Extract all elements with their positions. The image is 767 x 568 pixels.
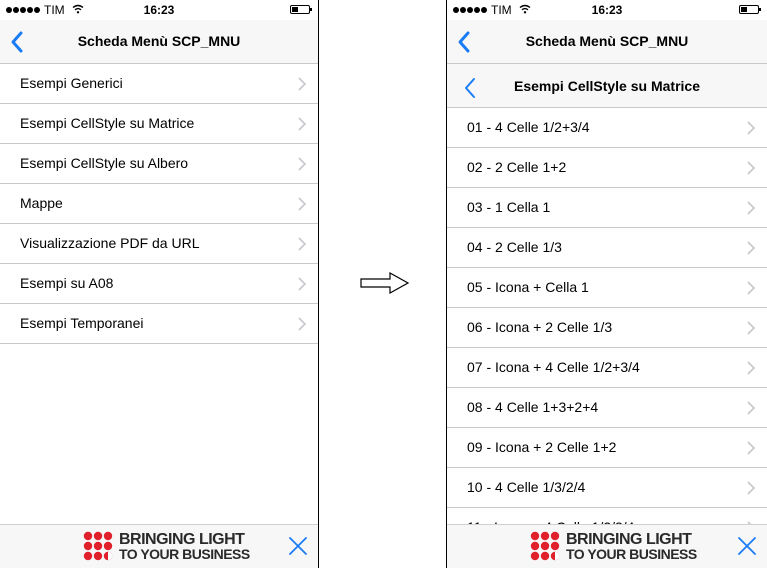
- chevron-right-icon: [747, 241, 755, 255]
- chevron-right-icon: [298, 317, 306, 331]
- battery-icon: [290, 5, 312, 14]
- ad-text: BRINGING LIGHT TO YOUR BUSINESS: [566, 532, 697, 562]
- nav-title: Scheda Menù SCP_MNU: [77, 33, 241, 49]
- chevron-right-icon: [747, 401, 755, 415]
- list-item-label: Esempi CellStyle su Matrice: [20, 115, 195, 131]
- list-item-label: 04 - 2 Celle 1/3: [467, 239, 562, 255]
- list-item[interactable]: 03 - 1 Cella 1: [447, 188, 767, 228]
- chevron-right-icon: [298, 277, 306, 291]
- chevron-right-icon: [747, 481, 755, 495]
- list-item-label: 06 - Icona + 2 Celle 1/3: [467, 319, 613, 335]
- list-item[interactable]: Visualizzazione PDF da URL: [0, 224, 318, 264]
- list-item[interactable]: 09 - Icona + 2 Celle 1+2: [447, 428, 767, 468]
- list-item-label: Visualizzazione PDF da URL: [20, 235, 200, 251]
- list-item-label: 02 - 2 Celle 1+2: [467, 159, 567, 175]
- ad-dots-logo: [530, 531, 560, 561]
- phone-screen-left: TIM 16:23 Scheda Menù SCP_MNU Esempi Gen…: [0, 0, 319, 568]
- list-item-label: 01 - 4 Celle 1/2+3/4: [467, 119, 590, 135]
- ad-line2: TO YOUR BUSINESS: [566, 546, 697, 562]
- list-item-label: Esempi CellStyle su Albero: [20, 155, 189, 171]
- list-item[interactable]: 04 - 2 Celle 1/3: [447, 228, 767, 268]
- nav-bar: Scheda Menù SCP_MNU: [447, 20, 767, 64]
- list-item[interactable]: 02 - 2 Celle 1+2: [447, 148, 767, 188]
- list-item-label: Esempi Generici: [20, 75, 123, 91]
- status-bar: TIM 16:23: [447, 0, 767, 20]
- close-icon[interactable]: [737, 536, 757, 556]
- ad-dots-logo: [83, 531, 113, 561]
- list-item-label: Esempi su A08: [20, 275, 114, 291]
- list-item-label: Esempi Temporanei: [20, 315, 144, 331]
- status-time: 16:23: [591, 3, 623, 17]
- chevron-right-icon: [747, 281, 755, 295]
- list-item[interactable]: Esempi CellStyle su Matrice: [0, 104, 318, 144]
- list-item-label: 10 - 4 Celle 1/3/2/4: [467, 479, 586, 495]
- list-item[interactable]: Esempi su A08: [0, 264, 318, 304]
- chevron-right-icon: [747, 321, 755, 335]
- list-item[interactable]: 08 - 4 Celle 1+3+2+4: [447, 388, 767, 428]
- submenu-list: 01 - 4 Celle 1/2+3/4 02 - 2 Celle 1+2 03 -…: [447, 108, 767, 548]
- list-item[interactable]: 05 - Icona + Cella 1: [447, 268, 767, 308]
- ad-line2: TO YOUR BUSINESS: [119, 546, 250, 562]
- ad-line1: BRINGING LIGHT: [119, 531, 245, 548]
- status-time: 16:23: [143, 3, 175, 17]
- list-item[interactable]: Esempi CellStyle su Albero: [0, 144, 318, 184]
- list-item[interactable]: Mappe: [0, 184, 318, 224]
- chevron-right-icon: [298, 157, 306, 171]
- chevron-right-icon: [298, 77, 306, 91]
- phone-screen-right: TIM 16:23 Scheda Menù SCP_MNU Esempi Cel…: [446, 0, 767, 568]
- sub-nav-bar: Esempi CellStyle su Matrice: [447, 64, 767, 108]
- status-bar: TIM 16:23: [0, 0, 318, 20]
- list-item[interactable]: 10 - 4 Celle 1/3/2/4: [447, 468, 767, 508]
- menu-list: Esempi Generici Esempi CellStyle su Matri…: [0, 64, 318, 344]
- list-item-label: 08 - 4 Celle 1+3+2+4: [467, 399, 599, 415]
- chevron-right-icon: [747, 361, 755, 375]
- ad-line1: BRINGING LIGHT: [566, 531, 692, 548]
- chevron-right-icon: [298, 237, 306, 251]
- ad-text: BRINGING LIGHT TO YOUR BUSINESS: [119, 532, 250, 562]
- nav-bar: Scheda Menù SCP_MNU: [0, 20, 318, 64]
- ad-banner[interactable]: BRINGING LIGHT TO YOUR BUSINESS: [447, 524, 767, 568]
- nav-title: Scheda Menù SCP_MNU: [525, 33, 689, 49]
- list-item-label: 05 - Icona + Cella 1: [467, 279, 589, 295]
- chevron-right-icon: [747, 161, 755, 175]
- list-item[interactable]: 07 - Icona + 4 Celle 1/2+3/4: [447, 348, 767, 388]
- list-item[interactable]: 01 - 4 Celle 1/2+3/4: [447, 108, 767, 148]
- list-item-label: 09 - Icona + 2 Celle 1+2: [467, 439, 617, 455]
- list-item-label: 07 - Icona + 4 Celle 1/2+3/4: [467, 359, 640, 375]
- ad-banner[interactable]: BRINGING LIGHT TO YOUR BUSINESS: [0, 524, 318, 568]
- ad-logo[interactable]: BRINGING LIGHT TO YOUR BUSINESS: [530, 531, 697, 563]
- chevron-right-icon: [298, 117, 306, 131]
- list-item[interactable]: Esempi Temporanei: [0, 304, 318, 344]
- chevron-right-icon: [747, 201, 755, 215]
- ad-logo[interactable]: BRINGING LIGHT TO YOUR BUSINESS: [83, 531, 250, 563]
- list-item[interactable]: 06 - Icona + 2 Celle 1/3: [447, 308, 767, 348]
- list-item[interactable]: Esempi Generici: [0, 64, 318, 104]
- chevron-right-icon: [747, 121, 755, 135]
- battery-icon: [739, 5, 761, 14]
- close-icon[interactable]: [288, 536, 308, 556]
- list-item-label: 03 - 1 Cella 1: [467, 199, 551, 215]
- list-item-label: Mappe: [20, 195, 63, 211]
- arrow-right-icon: [360, 272, 410, 294]
- chevron-right-icon: [298, 197, 306, 211]
- sub-nav-title: Esempi CellStyle su Matrice: [514, 78, 700, 94]
- chevron-right-icon: [747, 441, 755, 455]
